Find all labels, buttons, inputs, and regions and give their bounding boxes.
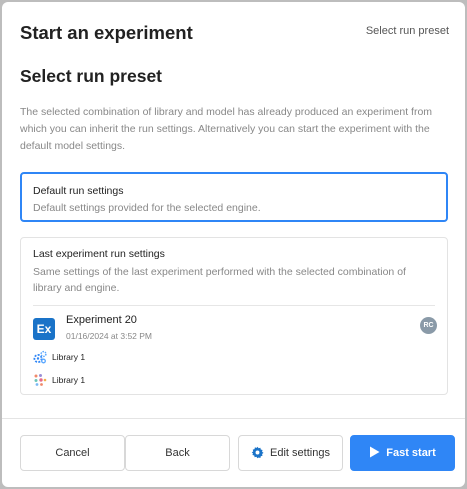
- option-title: Last experiment run settings: [33, 248, 165, 260]
- back-button[interactable]: Back: [125, 435, 230, 471]
- option-subtitle: Same settings of the last experiment per…: [33, 266, 406, 294]
- experiment-icon: Ex: [33, 318, 55, 340]
- dialog-title: Start an experiment: [20, 22, 193, 43]
- play-icon: [370, 446, 380, 458]
- library-label: Library 1: [52, 352, 86, 362]
- library-label: Library 1: [52, 375, 86, 385]
- gear-icon: [251, 446, 264, 458]
- option-title: Default run settings: [33, 185, 124, 197]
- dialog-footer: Cancel Back Edit settings Fast start: [2, 418, 465, 487]
- option-subtitle: Default settings provided for the select…: [33, 202, 261, 214]
- default-run-settings-option[interactable]: Default run settings Default settings pr…: [20, 172, 448, 222]
- edit-settings-label: Edit settings: [270, 447, 330, 459]
- start-experiment-dialog: Start an experiment Select run preset Se…: [2, 2, 465, 487]
- gears-icon: [33, 350, 47, 364]
- divider: [33, 305, 435, 306]
- step-label: Select run preset: [365, 25, 449, 37]
- fast-start-button[interactable]: Fast start: [350, 435, 455, 471]
- cancel-button[interactable]: Cancel: [20, 435, 125, 471]
- avatar: RC: [420, 317, 437, 334]
- last-experiment-settings-option[interactable]: Last experiment run settings Same settin…: [20, 237, 448, 395]
- dialog-header: Start an experiment Select run preset: [2, 2, 465, 58]
- experiment-date: 01/16/2024 at 3:52 PM: [66, 331, 153, 341]
- fast-start-label: Fast start: [386, 447, 436, 459]
- edit-settings-button[interactable]: Edit settings: [238, 435, 343, 471]
- experiment-name: Experiment 20: [66, 314, 137, 326]
- section-title: Select run preset: [20, 66, 162, 86]
- section-description: The selected combination of library and …: [20, 106, 433, 152]
- dots-cluster-icon: [34, 374, 47, 386]
